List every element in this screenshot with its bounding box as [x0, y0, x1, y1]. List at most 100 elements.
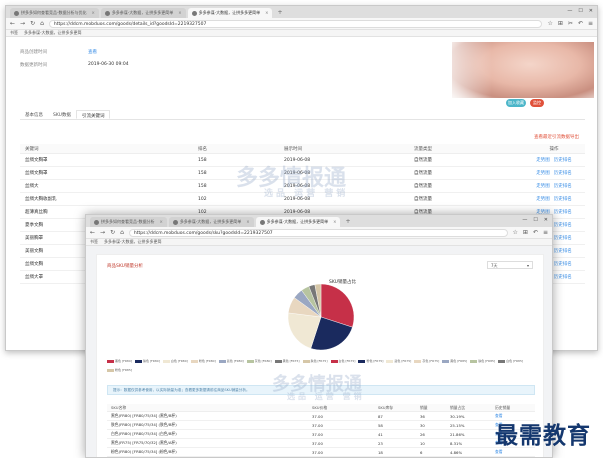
- home-icon[interactable]: ⌂: [40, 20, 44, 27]
- export-link[interactable]: 查看最近引流数据导出: [534, 134, 579, 140]
- maximize-icon[interactable]: ☐: [578, 8, 582, 14]
- legend-item[interactable]: 灰色 [FR80]: [246, 359, 272, 364]
- close-tab-icon[interactable]: ×: [159, 217, 162, 227]
- stock-cell: 87: [378, 413, 383, 419]
- trend-link[interactable]: 走势图: [536, 197, 550, 202]
- legend-item[interactable]: 肤色 [FR75]: [302, 359, 328, 364]
- favicon-icon: [259, 219, 265, 225]
- legend-item[interactable]: 灰色 [FR75]: [414, 359, 439, 364]
- legend-item[interactable]: 粉色 [FR80]: [190, 359, 216, 364]
- back-icon[interactable]: ←: [90, 229, 95, 236]
- history-link[interactable]: 历史排名: [554, 275, 572, 280]
- tab-basic-info[interactable]: 基本信息: [20, 110, 48, 119]
- extension-icon[interactable]: ⊞: [558, 20, 563, 27]
- reload-icon[interactable]: ↻: [110, 229, 115, 236]
- sku-table: SKU名称 SKU价格 SKU库存 销量 销量占比 历史销量 黑色(FR80) …: [107, 404, 535, 457]
- legend-item[interactable]: 粉色 [FR85]: [107, 368, 132, 373]
- legend-item[interactable]: 黑色 [FR75]: [274, 359, 300, 364]
- favicon-icon: [94, 219, 99, 225]
- trend-link[interactable]: 走势图: [536, 184, 550, 189]
- period-select[interactable]: 7天 ▾: [487, 261, 533, 269]
- legend-label: 肤色 [FR75]: [310, 359, 328, 363]
- trend-link[interactable]: 走势图: [536, 171, 550, 176]
- history-link[interactable]: 历史排名: [554, 197, 572, 202]
- tab-2[interactable]: 多多参谋-大数据，让拼多多更简单 ×: [168, 217, 254, 227]
- history-link[interactable]: 历史排名: [554, 184, 572, 189]
- extension-icon[interactable]: ⊞: [523, 229, 528, 236]
- legend-swatch: [386, 360, 394, 363]
- new-tab-button[interactable]: +: [342, 217, 353, 227]
- url-input[interactable]: https://ddcm.mobduos.com/goods/details_i…: [48, 19, 543, 28]
- minimize-icon[interactable]: —: [522, 217, 527, 223]
- undo-icon[interactable]: ↶: [578, 20, 583, 27]
- monitor-button[interactable]: 监控: [530, 99, 544, 107]
- info-row-created: 商品创建时间 查看: [20, 49, 97, 55]
- star-icon[interactable]: ☆: [547, 20, 552, 27]
- tab-sku-data[interactable]: SKU数据: [48, 110, 76, 119]
- home-icon[interactable]: ⌂: [120, 229, 124, 236]
- bookmark-item[interactable]: 书签: [10, 30, 18, 36]
- cut-icon[interactable]: ✂: [568, 20, 573, 27]
- forward-icon[interactable]: →: [20, 20, 25, 27]
- tab-1[interactable]: 拼多多如何查看竞品-数据分析与优化 ×: [10, 8, 99, 18]
- history-link[interactable]: 历史排名: [554, 223, 572, 228]
- menu-icon[interactable]: ≡: [543, 229, 548, 236]
- tab-1[interactable]: 拼多多如何查看竞品-数据分析 ×: [90, 217, 167, 227]
- price-cell: 37.00: [312, 440, 323, 446]
- history-link[interactable]: 历史排名: [554, 171, 572, 176]
- legend-label: 蓝色 [FR75]: [394, 359, 412, 363]
- forward-icon[interactable]: →: [100, 229, 105, 236]
- favorite-button[interactable]: 加入收藏: [506, 99, 526, 107]
- tab-2[interactable]: 多多参谋-大数据，让拼多多更简单 ×: [100, 8, 186, 18]
- legend-item[interactable]: 蓝色 [FR80]: [218, 359, 244, 364]
- tab-keywords[interactable]: 引流关键词: [75, 110, 111, 119]
- bookmark-item[interactable]: 书签: [90, 239, 98, 245]
- close-tab-icon[interactable]: ×: [246, 217, 249, 227]
- legend-item[interactable]: 粉色 [FR75]: [358, 359, 383, 364]
- history-link[interactable]: 历史排名: [554, 249, 572, 254]
- tab-3-active[interactable]: 多多参谋-大数据，让拼多多更简单 ×: [255, 217, 341, 227]
- legend-item[interactable]: 白色 [FR75]: [330, 359, 355, 364]
- view-link[interactable]: 查看: [88, 49, 97, 55]
- maximize-icon[interactable]: ☐: [533, 217, 537, 223]
- keyword-cell: 丝绸文胸罩: [25, 171, 48, 176]
- close-tab-icon[interactable]: ×: [265, 8, 268, 18]
- legend-label: 黑色 [FR85]: [450, 359, 468, 363]
- legend-item[interactable]: 白色 [FR85]: [498, 359, 523, 364]
- sku-panel: 商品SKU销量分析 7天 ▾ SKU销量占比 黑色 [FR80] 肤色 [FR80]…: [96, 254, 544, 457]
- tab-3-active[interactable]: 多多参谋-大数据，让拼多多更简单 ×: [187, 8, 273, 18]
- close-tab-icon[interactable]: ×: [178, 8, 181, 18]
- history-link[interactable]: 历史排名: [554, 262, 572, 267]
- history-link[interactable]: 历史排名: [554, 210, 572, 215]
- close-tab-icon[interactable]: ×: [333, 217, 336, 227]
- legend-item[interactable]: 黑色 [FR80]: [107, 359, 132, 364]
- undo-icon[interactable]: ↶: [533, 229, 538, 236]
- stock-cell: 41: [378, 431, 383, 437]
- menu-icon[interactable]: ≡: [588, 20, 593, 27]
- close-window-icon[interactable]: ✕: [544, 217, 548, 223]
- legend-item[interactable]: 黑色 [FR85]: [442, 359, 467, 364]
- close-tab-icon[interactable]: ×: [91, 8, 94, 18]
- sku-pie-chart: SKU销量占比: [287, 278, 356, 351]
- sku-name-cell: 肤色(FR80) [FR80/75/34] (肤色/B杯): [111, 422, 177, 427]
- minimize-icon[interactable]: —: [567, 8, 572, 14]
- sku-name-cell: 粉色(FR80) [FR80/75/34] (粉色/B杯): [111, 449, 177, 454]
- table-row: 肤色(FR80) [FR80/75/34] (肤色/B杯) 37.00 58 30 25…: [107, 421, 535, 430]
- history-link[interactable]: 历史排名: [554, 158, 572, 163]
- bookmark-item[interactable]: 多多参谋-大数据，让拼多多更简: [24, 30, 81, 36]
- browser-window-sku: 拼多多如何查看竞品-数据分析 × 多多参谋-大数据，让拼多多更简单 × 多多参谋-大…: [85, 214, 553, 458]
- trend-link[interactable]: 走势图: [536, 158, 550, 163]
- history-link[interactable]: 历史排名: [554, 236, 572, 241]
- legend-item[interactable]: 蓝色 [FR75]: [386, 359, 411, 364]
- legend-item[interactable]: 白色 [FR80]: [162, 359, 188, 364]
- back-icon[interactable]: ←: [10, 20, 15, 27]
- legend-item[interactable]: 肤色 [FR85]: [470, 359, 495, 364]
- close-window-icon[interactable]: ✕: [589, 8, 593, 14]
- reload-icon[interactable]: ↻: [30, 20, 35, 27]
- table-header: 关键词 排名 展示时间 流量类型 操作: [20, 144, 585, 154]
- new-tab-button[interactable]: +: [274, 8, 285, 18]
- star-icon[interactable]: ☆: [513, 229, 518, 236]
- bookmark-item[interactable]: 多多参谋-大数据，让拼多多更简: [104, 239, 161, 245]
- legend-item[interactable]: 肤色 [FR80]: [134, 359, 160, 364]
- url-input[interactable]: https://ddcm.mobduos.com/goods/sku?goods…: [128, 228, 508, 237]
